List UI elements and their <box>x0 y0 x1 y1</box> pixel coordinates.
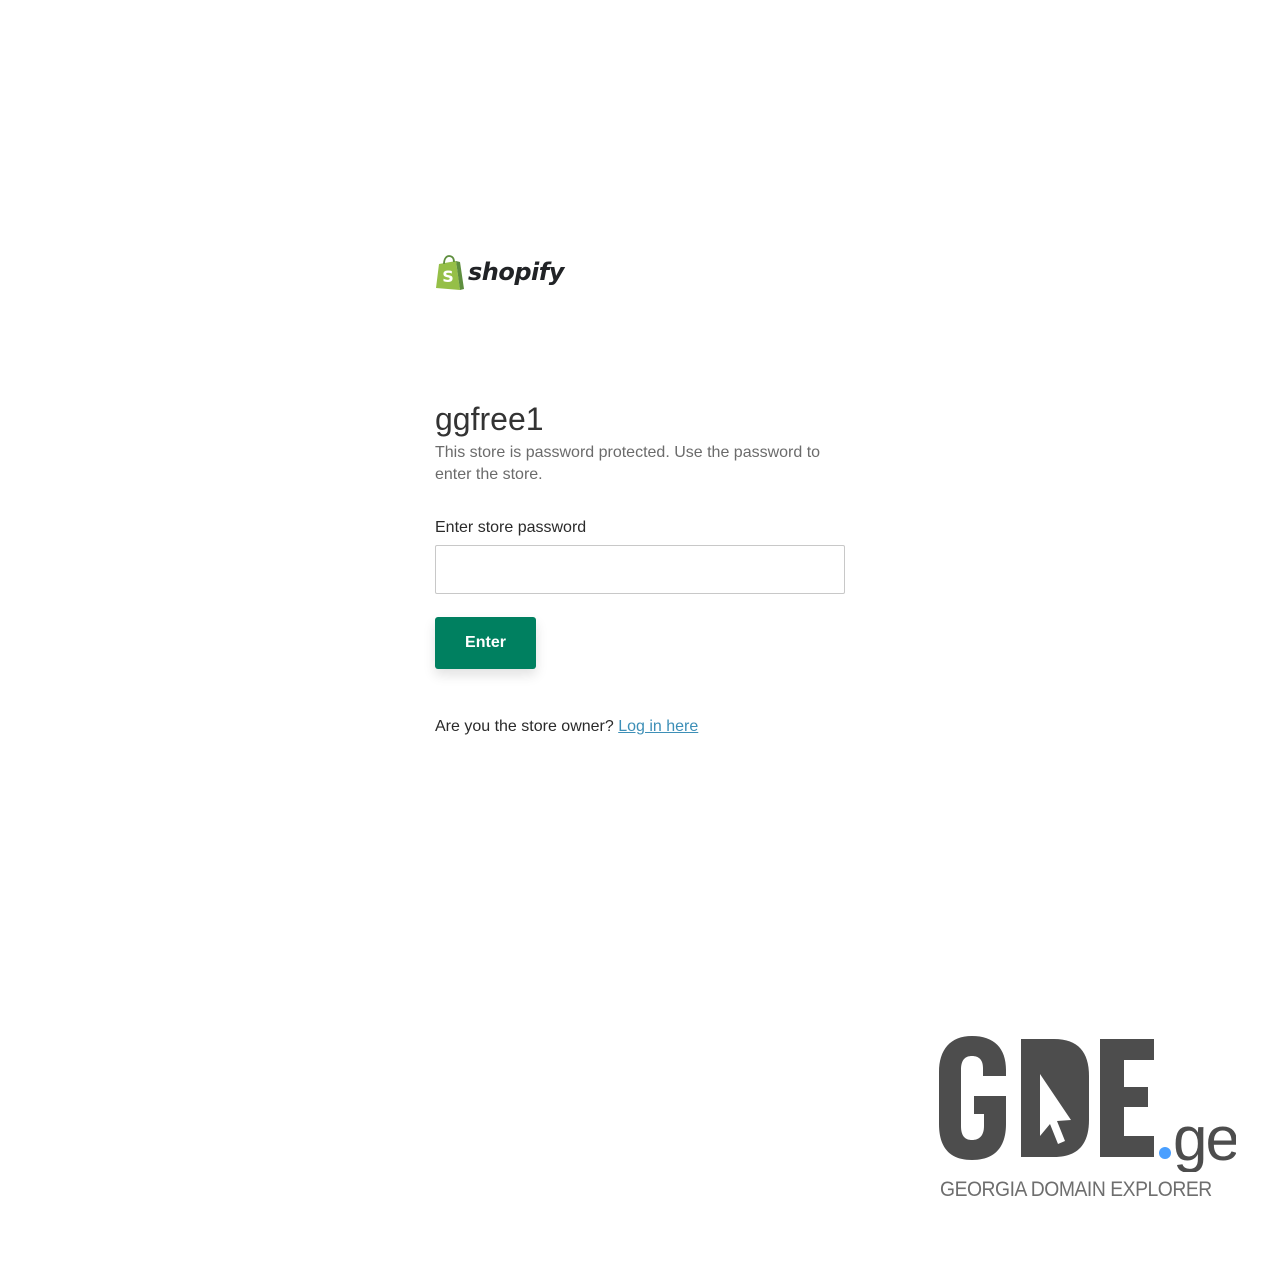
shopping-bag-icon: S <box>436 255 464 290</box>
svg-text:ge: ge <box>1173 1105 1236 1172</box>
store-owner-question: Are you the store owner? <box>435 718 614 735</box>
password-page-content: S shopify ggfree1 This store is password… <box>435 254 845 737</box>
gde-logo: ge <box>939 1036 1236 1172</box>
gde-caption: GEORGIA DOMAIN EXPLORER <box>940 1178 1212 1201</box>
enter-button[interactable]: Enter <box>435 617 536 669</box>
store-description: This store is password protected. Use th… <box>435 444 821 483</box>
page: S shopify ggfree1 This store is password… <box>0 0 1280 1280</box>
shopify-wordmark: shopify <box>468 258 564 286</box>
gde-watermark: ge GEORGIA DOMAIN EXPLORER <box>936 1036 1246 1206</box>
log-in-link[interactable]: Log in here <box>618 718 698 735</box>
shopify-logo: S shopify <box>435 254 845 292</box>
password-input[interactable] <box>435 545 845 594</box>
store-name: ggfree1 <box>435 401 544 437</box>
store-owner-prompt: Are you the store owner? Log in here <box>435 717 845 737</box>
password-label: Enter store password <box>435 519 587 536</box>
svg-text:S: S <box>442 267 454 286</box>
gde-logo-dot <box>1159 1147 1171 1159</box>
